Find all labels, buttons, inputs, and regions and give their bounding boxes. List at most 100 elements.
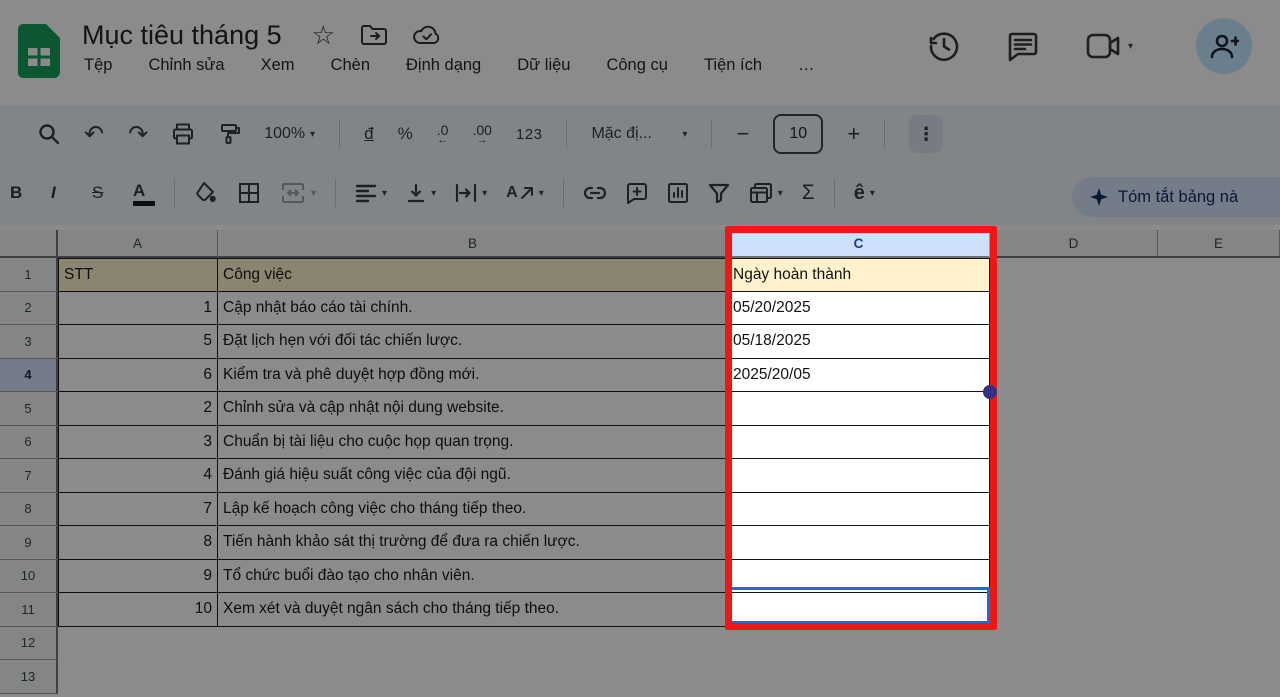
cell-A3[interactable]: 5 <box>58 325 218 359</box>
print-icon[interactable] <box>172 123 194 145</box>
sheets-logo[interactable] <box>18 24 60 78</box>
menu-item-1[interactable]: Tệp <box>84 56 112 75</box>
menu-item-3[interactable]: Xem <box>261 56 295 75</box>
search-icon[interactable] <box>38 123 60 145</box>
horizontal-align-icon[interactable]: ▾ <box>355 183 387 203</box>
undo-icon[interactable]: ↶ <box>84 120 104 149</box>
row-header-8[interactable]: 8 <box>0 493 58 527</box>
cell-A2[interactable]: 1 <box>58 292 218 326</box>
menu-item-2[interactable]: Chỉnh sửa <box>148 56 224 75</box>
increase-font-size-button[interactable]: + <box>847 121 860 147</box>
row-header-1[interactable]: 1 <box>0 258 58 292</box>
move-folder-icon[interactable] <box>361 24 387 46</box>
functions-button[interactable]: Σ <box>802 181 815 205</box>
menu-item-9[interactable]: … <box>798 56 815 75</box>
font-size-input[interactable]: 10 <box>773 114 823 154</box>
menu-item-6[interactable]: Dữ liệu <box>517 56 570 75</box>
row-header-3[interactable]: 3 <box>0 325 58 359</box>
cell-A5[interactable]: 2 <box>58 392 218 426</box>
row-header-5[interactable]: 5 <box>0 392 58 426</box>
cell-A10[interactable]: 9 <box>58 560 218 594</box>
row-header-2[interactable]: 2 <box>0 292 58 326</box>
cell-A11[interactable]: 10 <box>58 593 218 627</box>
column-header-A[interactable]: A <box>58 230 218 258</box>
row-header-7[interactable]: 7 <box>0 459 58 493</box>
borders-icon[interactable] <box>237 181 261 205</box>
cell-C10[interactable] <box>728 560 990 594</box>
cell-A8[interactable]: 7 <box>58 493 218 527</box>
insert-link-icon[interactable] <box>583 186 607 200</box>
italic-button[interactable]: I <box>51 183 73 203</box>
insert-chart-icon[interactable] <box>667 182 689 204</box>
fill-handle[interactable] <box>983 385 997 399</box>
filter-icon[interactable] <box>708 183 730 203</box>
cell-B2[interactable]: Cập nhật báo cáo tài chính. <box>218 292 728 326</box>
cell-A4[interactable]: 6 <box>58 359 218 393</box>
cell-B4[interactable]: Kiểm tra và phê duyệt hợp đồng mới. <box>218 359 728 393</box>
cell-B3[interactable]: Đặt lịch hẹn với đối tác chiến lược. <box>218 325 728 359</box>
text-rotation-icon[interactable]: A ▾ <box>506 184 544 202</box>
increase-decimal-button[interactable]: .00→ <box>472 124 491 145</box>
menu-item-4[interactable]: Chèn <box>331 56 370 75</box>
row-header-12[interactable]: 12 <box>0 627 58 661</box>
zoom-select[interactable]: 100%▾ <box>264 125 315 143</box>
row-header-6[interactable]: 6 <box>0 426 58 460</box>
row-header-4[interactable]: 4 <box>0 359 58 393</box>
insert-comment-icon[interactable] <box>626 182 648 204</box>
row-header-13[interactable]: 13 <box>0 660 58 694</box>
cell-C1[interactable]: Ngày hoàn thành <box>728 258 990 292</box>
summarize-sheet-button[interactable]: Tóm tắt bảng nà <box>1072 177 1280 217</box>
cell-C6[interactable] <box>728 426 990 460</box>
cell-A7[interactable]: 4 <box>58 459 218 493</box>
cell-B7[interactable]: Đánh giá hiệu suất công việc của đội ngũ… <box>218 459 728 493</box>
cell-B9[interactable]: Tiến hành khảo sát thị trường để đưa ra … <box>218 526 728 560</box>
merge-cells-icon[interactable]: ▾ <box>280 182 316 204</box>
table-views-icon[interactable]: ▾ <box>749 182 783 204</box>
cell-A1[interactable]: STT <box>58 258 218 292</box>
menu-item-5[interactable]: Định dạng <box>406 56 481 75</box>
menu-item-8[interactable]: Tiện ích <box>704 56 762 75</box>
fill-color-icon[interactable] <box>194 181 218 205</box>
cell-B8[interactable]: Lập kế hoạch công việc cho tháng tiếp th… <box>218 493 728 527</box>
cell-C9[interactable] <box>728 526 990 560</box>
column-header-E[interactable]: E <box>1158 230 1280 258</box>
cell-B10[interactable]: Tổ chức buổi đào tạo cho nhân viên. <box>218 560 728 594</box>
cell-A9[interactable]: 8 <box>58 526 218 560</box>
number-format-button[interactable]: 123 <box>516 126 543 143</box>
cell-B11[interactable]: Xem xét và duyệt ngân sách cho tháng tiế… <box>218 593 728 627</box>
percent-format-button[interactable]: % <box>398 124 413 144</box>
input-tools-button[interactable]: ê ▾ <box>854 182 875 205</box>
share-button[interactable] <box>1196 18 1252 74</box>
column-header-C[interactable]: C <box>728 230 990 258</box>
version-history-icon[interactable] <box>926 28 962 64</box>
currency-format-button[interactable]: đ <box>364 124 373 144</box>
cell-C7[interactable] <box>728 459 990 493</box>
cell-C5[interactable] <box>728 392 990 426</box>
bold-button[interactable]: B <box>10 183 32 203</box>
meet-caret-icon[interactable]: ▾ <box>1128 41 1133 52</box>
text-wrap-icon[interactable]: ▾ <box>455 183 487 203</box>
document-title[interactable]: Mục tiêu tháng 5 <box>82 20 282 51</box>
menu-item-7[interactable]: Công cụ <box>606 56 667 75</box>
cell-C11[interactable] <box>728 593 990 627</box>
decrease-decimal-button[interactable]: .0← <box>437 124 449 145</box>
comments-icon[interactable] <box>1006 30 1040 64</box>
row-header-11[interactable]: 11 <box>0 593 58 627</box>
cell-A6[interactable]: 3 <box>58 426 218 460</box>
cell-C4[interactable]: 2025/20/05 <box>728 359 990 393</box>
meet-video-icon[interactable]: ▾ <box>1086 32 1133 60</box>
column-header-B[interactable]: B <box>218 230 728 258</box>
cell-C2[interactable]: 05/20/2025 <box>728 292 990 326</box>
decrease-font-size-button[interactable]: − <box>736 121 749 147</box>
vertical-align-icon[interactable]: ▾ <box>406 183 436 203</box>
paint-format-icon[interactable] <box>218 123 240 145</box>
column-header-D[interactable]: D <box>990 230 1158 258</box>
star-icon[interactable]: ☆ <box>312 24 335 46</box>
select-all-corner[interactable] <box>0 230 58 258</box>
cell-C3[interactable]: 05/18/2025 <box>728 325 990 359</box>
text-color-button[interactable]: A <box>133 181 155 206</box>
font-select[interactable]: Mặc đị...▾ <box>591 125 687 143</box>
cell-B1[interactable]: Công việc <box>218 258 728 292</box>
row-header-10[interactable]: 10 <box>0 560 58 594</box>
toolbar-more-button[interactable]: ⋮ <box>909 115 943 153</box>
